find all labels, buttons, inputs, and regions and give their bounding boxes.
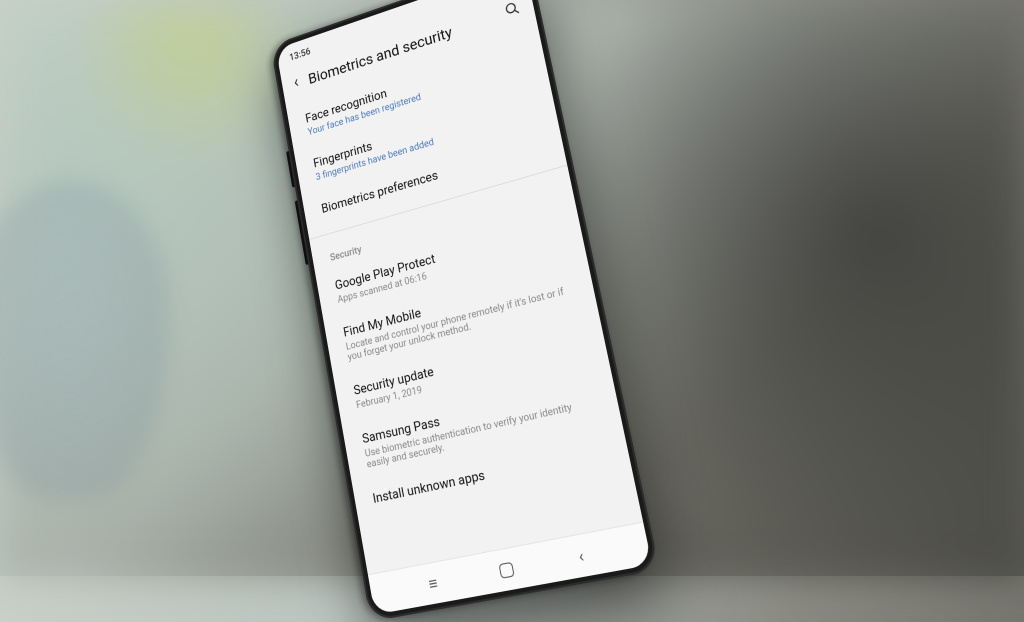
back-icon[interactable]: ‹	[293, 74, 300, 91]
search-icon[interactable]	[503, 0, 522, 23]
nav-back-icon[interactable]: ‹	[577, 545, 586, 566]
status-time: 13:56	[289, 46, 311, 63]
